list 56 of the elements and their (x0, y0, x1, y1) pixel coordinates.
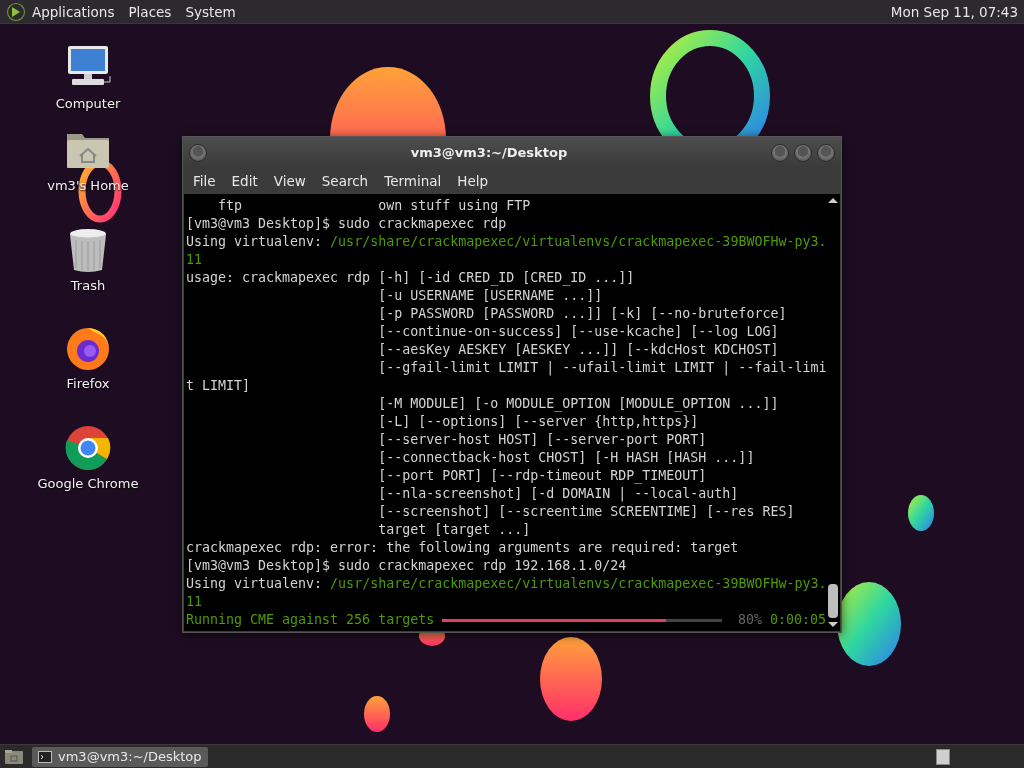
menu-item[interactable]: Help (449, 170, 497, 192)
close-button[interactable] (817, 143, 835, 162)
terminal-line: target [target ...] (377, 521, 531, 539)
terminal-line: [-u USERNAME [USERNAME ...]] (377, 287, 603, 305)
menu-logo-icon[interactable] (6, 1, 26, 22)
taskbar-button[interactable]: vm3@vm3:~/Desktop (32, 746, 208, 767)
path-text: /usr/share/crackmapexec/virtualenvs/crackmapexec-39BWOFHw-py3. (330, 575, 826, 593)
terminal-icon (38, 750, 52, 763)
terminal-line: usage: crackmapexec rdp [-h] [-id CRED_ID [CRED_ID ...]] (186, 269, 635, 287)
progress-percent: 80% (737, 611, 762, 629)
minimize-button[interactable] (771, 143, 789, 162)
terminal-line: [vm3@vm3 Desktop]$ sudo crackmapexec rdp (186, 215, 507, 233)
scroll-down-icon[interactable] (828, 622, 838, 627)
terminal-line: [--nla-screenshot] [-d DOMAIN | --local-auth] (377, 485, 739, 503)
terminal-line: [--server-host HOST] [--server-port PORT] (377, 431, 707, 449)
menu-item[interactable]: Terminal (376, 170, 450, 192)
terminal-line: [-L] [--options] [--server {http,https}] (377, 413, 699, 431)
elapsed-time: 0:00:05 (769, 611, 826, 629)
terminal-line: Using virtualenv: (186, 575, 324, 593)
workspace-switcher[interactable] (936, 748, 950, 765)
panel-menu[interactable]: Places (128, 3, 172, 20)
menu-item[interactable]: Edit (223, 170, 266, 192)
scroll-up-icon[interactable] (828, 198, 838, 203)
terminal-line: [--aesKey AESKEY [AESKEY ...]] [--kdcHost KDCHOST] (377, 341, 779, 359)
icon-label[interactable]: Computer (55, 96, 121, 111)
menu-item[interactable]: Search (313, 170, 377, 192)
terminal-line: t LIMIT] (186, 377, 251, 395)
show-desktop-icon[interactable] (4, 748, 24, 765)
terminal-line: [--continue-on-success] [--use-kcache] [--log LOG] (377, 323, 779, 341)
chrome-icon[interactable] (64, 424, 112, 472)
progress-label: Running CME against 256 targets (186, 611, 435, 629)
panel-menu[interactable]: Applications (32, 3, 115, 20)
panel-menu[interactable]: System (185, 3, 236, 20)
path-text: 11 (186, 593, 202, 611)
window-menu-button[interactable] (189, 143, 207, 162)
terminal-line: [--port PORT] [--rdp-timeout RDP_TIMEOUT] (377, 467, 707, 485)
terminal-line: Using virtualenv: (186, 233, 324, 251)
window-title: vm3@vm3:~/Desktop (409, 145, 569, 160)
icon-label[interactable]: Trash (70, 278, 106, 293)
path-text: /usr/share/crackmapexec/virtualenvs/crackmapexec-39BWOFHw-py3. (330, 233, 826, 251)
scroll-thumb[interactable] (828, 584, 838, 618)
maximize-button[interactable] (794, 143, 812, 162)
icon-label[interactable]: Google Chrome (37, 476, 139, 491)
terminal-line: [vm3@vm3 Desktop]$ sudo crackmapexec rdp 192.168.1.0/24 (186, 557, 627, 575)
terminal-line: [--connectback-host CHOST] [-H HASH [HASH ...]] (377, 449, 755, 467)
terminal-line: crackmapexec rdp: error: the following arguments are required: target (186, 539, 739, 557)
menu-item[interactable]: View (265, 170, 314, 192)
terminal-line: ftp own stuff using FTP (217, 197, 531, 215)
terminal-line: [--gfail-limit LIMIT | --ufail-limit LIMIT | --fail-limi (377, 359, 826, 377)
terminal-line: [-p PASSWORD [PASSWORD ...]] [-k] [--no-bruteforce] (377, 305, 787, 323)
terminal-line: [-M MODULE] [-o MODULE_OPTION [MODULE_OPTION ...]] (377, 395, 779, 413)
path-text: 11 (186, 251, 202, 269)
clock[interactable]: Mon Sep 11, 07:43 (890, 3, 1018, 20)
menu-item[interactable]: File (185, 170, 224, 192)
terminal-line: [--screenshot] [--screentime SCREENTIME] [--res RES] (377, 503, 795, 521)
icon-label[interactable]: Firefox (66, 376, 110, 391)
